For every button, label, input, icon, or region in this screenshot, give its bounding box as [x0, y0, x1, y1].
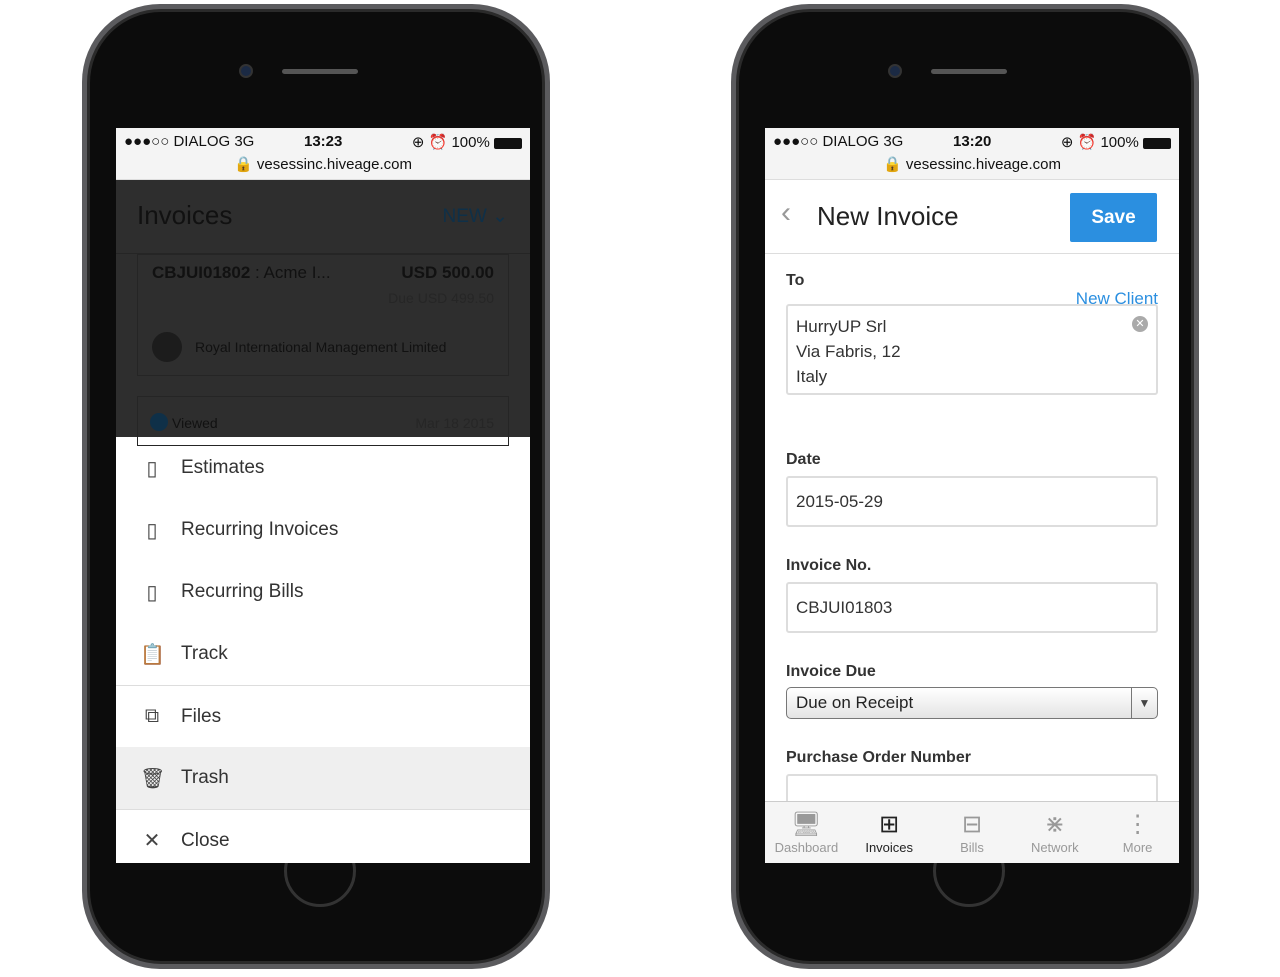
url: vesessinc.hiveage.com: [256, 156, 412, 173]
tab-label: Network: [1030, 840, 1079, 855]
menu-item-files[interactable]: ⧉ Files: [116, 685, 530, 747]
invoices-icon: ⊞: [879, 811, 900, 838]
viewed-status-icon: [150, 413, 168, 431]
tab-invoices[interactable]: ⊞ Invoices: [848, 802, 931, 863]
menu-label: Close: [181, 829, 230, 851]
status-bar: ●●●○○ DIALOG 3G 13:20 ⊕ ⏰ 100% 🔒 vesessi…: [765, 128, 1179, 180]
invoice-id: CBJUI01802: [152, 263, 251, 282]
network-icon: ⋇: [1044, 811, 1065, 838]
battery: ⊕ ⏰ 100%: [412, 133, 522, 151]
menu-label: Files: [181, 705, 222, 727]
po-number-label: Purchase Order Number: [786, 749, 971, 766]
camera: [888, 64, 902, 78]
invoice-no-value: CBJUI01803: [796, 598, 893, 617]
invoice-no-input[interactable]: CBJUI01803: [786, 582, 1158, 633]
trash-icon: 🗑: [140, 767, 166, 790]
url-bar[interactable]: 🔒 vesessinc.hiveage.com: [765, 155, 1179, 173]
invoice-due: Due USD 499.50: [388, 290, 494, 306]
dropdown-arrow-icon: ▼: [1131, 688, 1157, 718]
new-label: NEW: [442, 206, 487, 227]
tab-label: Bills: [960, 840, 984, 855]
bills-icon: ⊟: [961, 811, 983, 838]
invoice-contact: Royal International Management Limited: [195, 339, 447, 355]
time: 13:23: [304, 133, 343, 150]
url-bar[interactable]: 🔒 vesessinc.hiveage.com: [116, 155, 530, 173]
tab-label: Invoices: [865, 840, 914, 855]
status-bar: ●●●○○ DIALOG 3G 13:23 ⊕ ⏰ 100% 🔒 vesessi…: [116, 128, 530, 180]
phone-right: ●●●○○ DIALOG 3G 13:20 ⊕ ⏰ 100% 🔒 vesessi…: [731, 4, 1199, 969]
invoice-date: Mar 18 2015: [415, 415, 494, 431]
camera: [239, 64, 253, 78]
tab-bills[interactable]: ⊟ Bills: [931, 802, 1014, 863]
battery-text: 100%: [451, 134, 490, 151]
date-label: Date: [786, 451, 821, 468]
menu-item-recurring-invoices[interactable]: ▯ Recurring Invoices: [116, 499, 530, 561]
battery-text: 100%: [1100, 134, 1139, 151]
menu-item-track[interactable]: 📋 Track: [116, 623, 530, 685]
dashboard-icon: 🖥: [791, 811, 822, 838]
invoice-due-select[interactable]: Due on Receipt ▼: [786, 687, 1158, 719]
carrier: ●●●○○ DIALOG 3G: [124, 133, 255, 150]
date-input[interactable]: 2015-05-29: [786, 476, 1158, 527]
menu-label: Estimates: [181, 457, 265, 478]
menu-item-trash[interactable]: 🗑 Trash: [116, 747, 530, 809]
invoice-due-value: Due on Receipt: [796, 693, 914, 712]
carrier: ●●●○○ DIALOG 3G: [773, 133, 904, 150]
time: 13:20: [953, 133, 992, 150]
to-label: To: [786, 272, 805, 289]
client-address: Via Fabris, 12: [796, 342, 901, 361]
battery-icon: [494, 137, 522, 149]
phone-left: ●●●○○ DIALOG 3G 13:23 ⊕ ⏰ 100% 🔒 vesessi…: [82, 4, 550, 969]
recurring-invoice-icon: ▯: [146, 519, 158, 542]
save-button[interactable]: Save: [1070, 193, 1157, 242]
invoice-card[interactable]: CBJUI01802 : Acme I... USD 500.00 Due US…: [137, 254, 509, 376]
screen-left: ●●●○○ DIALOG 3G 13:23 ⊕ ⏰ 100% 🔒 vesessi…: [116, 128, 530, 863]
invoice-client: : Acme I...: [255, 263, 331, 282]
battery-icon: [1143, 137, 1171, 149]
estimate-icon: ▯: [146, 457, 158, 480]
tab-label: Dashboard: [774, 840, 839, 855]
recurring-bill-icon: ▯: [146, 581, 158, 604]
page-title: New Invoice: [817, 201, 959, 231]
tab-label: More: [1122, 840, 1153, 855]
invoice-no-label: Invoice No.: [786, 557, 872, 574]
header: ‹ New Invoice Save: [765, 180, 1179, 254]
tab-dashboard[interactable]: 🖥 Dashboard: [765, 802, 848, 863]
clear-icon[interactable]: ✕: [1132, 316, 1148, 332]
speaker: [282, 69, 358, 74]
files-icon: ⧉: [144, 705, 160, 727]
tab-network[interactable]: ⋇ Network: [1013, 802, 1096, 863]
back-icon[interactable]: ‹: [781, 196, 791, 230]
date-value: 2015-05-29: [796, 492, 883, 511]
battery: ⊕ ⏰ 100%: [1061, 133, 1171, 151]
more-icon: ⋮: [1125, 811, 1150, 838]
more-menu: ▯ Estimates ▯ Recurring Invoices ▯ Recurrin…: [116, 437, 530, 863]
invoice-status: Viewed: [172, 415, 218, 431]
url: vesessinc.hiveage.com: [905, 156, 1061, 173]
avatar: [152, 332, 182, 362]
page-title: Invoices: [137, 200, 233, 230]
invoice-amount: USD 500.00: [401, 263, 494, 282]
menu-label: Track: [181, 643, 228, 664]
client-country: Italy: [796, 367, 828, 386]
tab-bar: 🖥 Dashboard ⊞ Invoices ⊟ Bills ⋇ Network ⋮ Mo…: [765, 801, 1179, 863]
tab-more[interactable]: ⋮ More: [1096, 802, 1179, 863]
menu-item-close[interactable]: ✕ Close: [116, 809, 530, 863]
track-icon: 📋: [140, 643, 165, 666]
client-name: HurryUP Srl: [796, 317, 887, 336]
screen-right: ●●●○○ DIALOG 3G 13:20 ⊕ ⏰ 100% 🔒 vesessi…: [765, 128, 1179, 863]
menu-item-recurring-bills[interactable]: ▯ Recurring Bills: [116, 561, 530, 623]
menu-item-estimates[interactable]: ▯ Estimates: [116, 437, 530, 499]
menu-label: Recurring Bills: [181, 581, 304, 602]
speaker: [931, 69, 1007, 74]
menu-label: Trash: [181, 767, 229, 788]
dimmed-background: Invoices NEW ⌄ CBJUI01802 : Acme I... US…: [116, 180, 530, 446]
invoice-due-label: Invoice Due: [786, 663, 876, 680]
close-icon: ✕: [143, 830, 161, 852]
menu-label: Recurring Invoices: [181, 519, 339, 540]
new-button[interactable]: NEW ⌄: [442, 205, 508, 228]
to-field[interactable]: HurryUP Srl Via Fabris, 12 Italy ✕: [786, 304, 1158, 395]
